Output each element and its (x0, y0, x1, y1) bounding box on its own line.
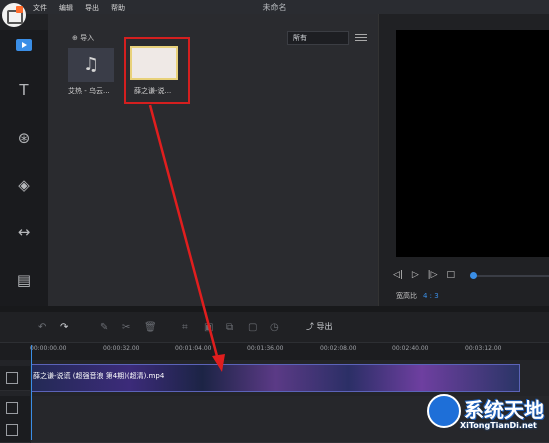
watermark-logo: 系统天地 XiTongTianDi.net (424, 391, 549, 440)
watermark-icon (427, 394, 461, 428)
watermark-main: 系统天地 (464, 398, 544, 422)
annotation-arrow (148, 104, 225, 372)
watermark-sub: XiTongTianDi.net (460, 421, 537, 430)
